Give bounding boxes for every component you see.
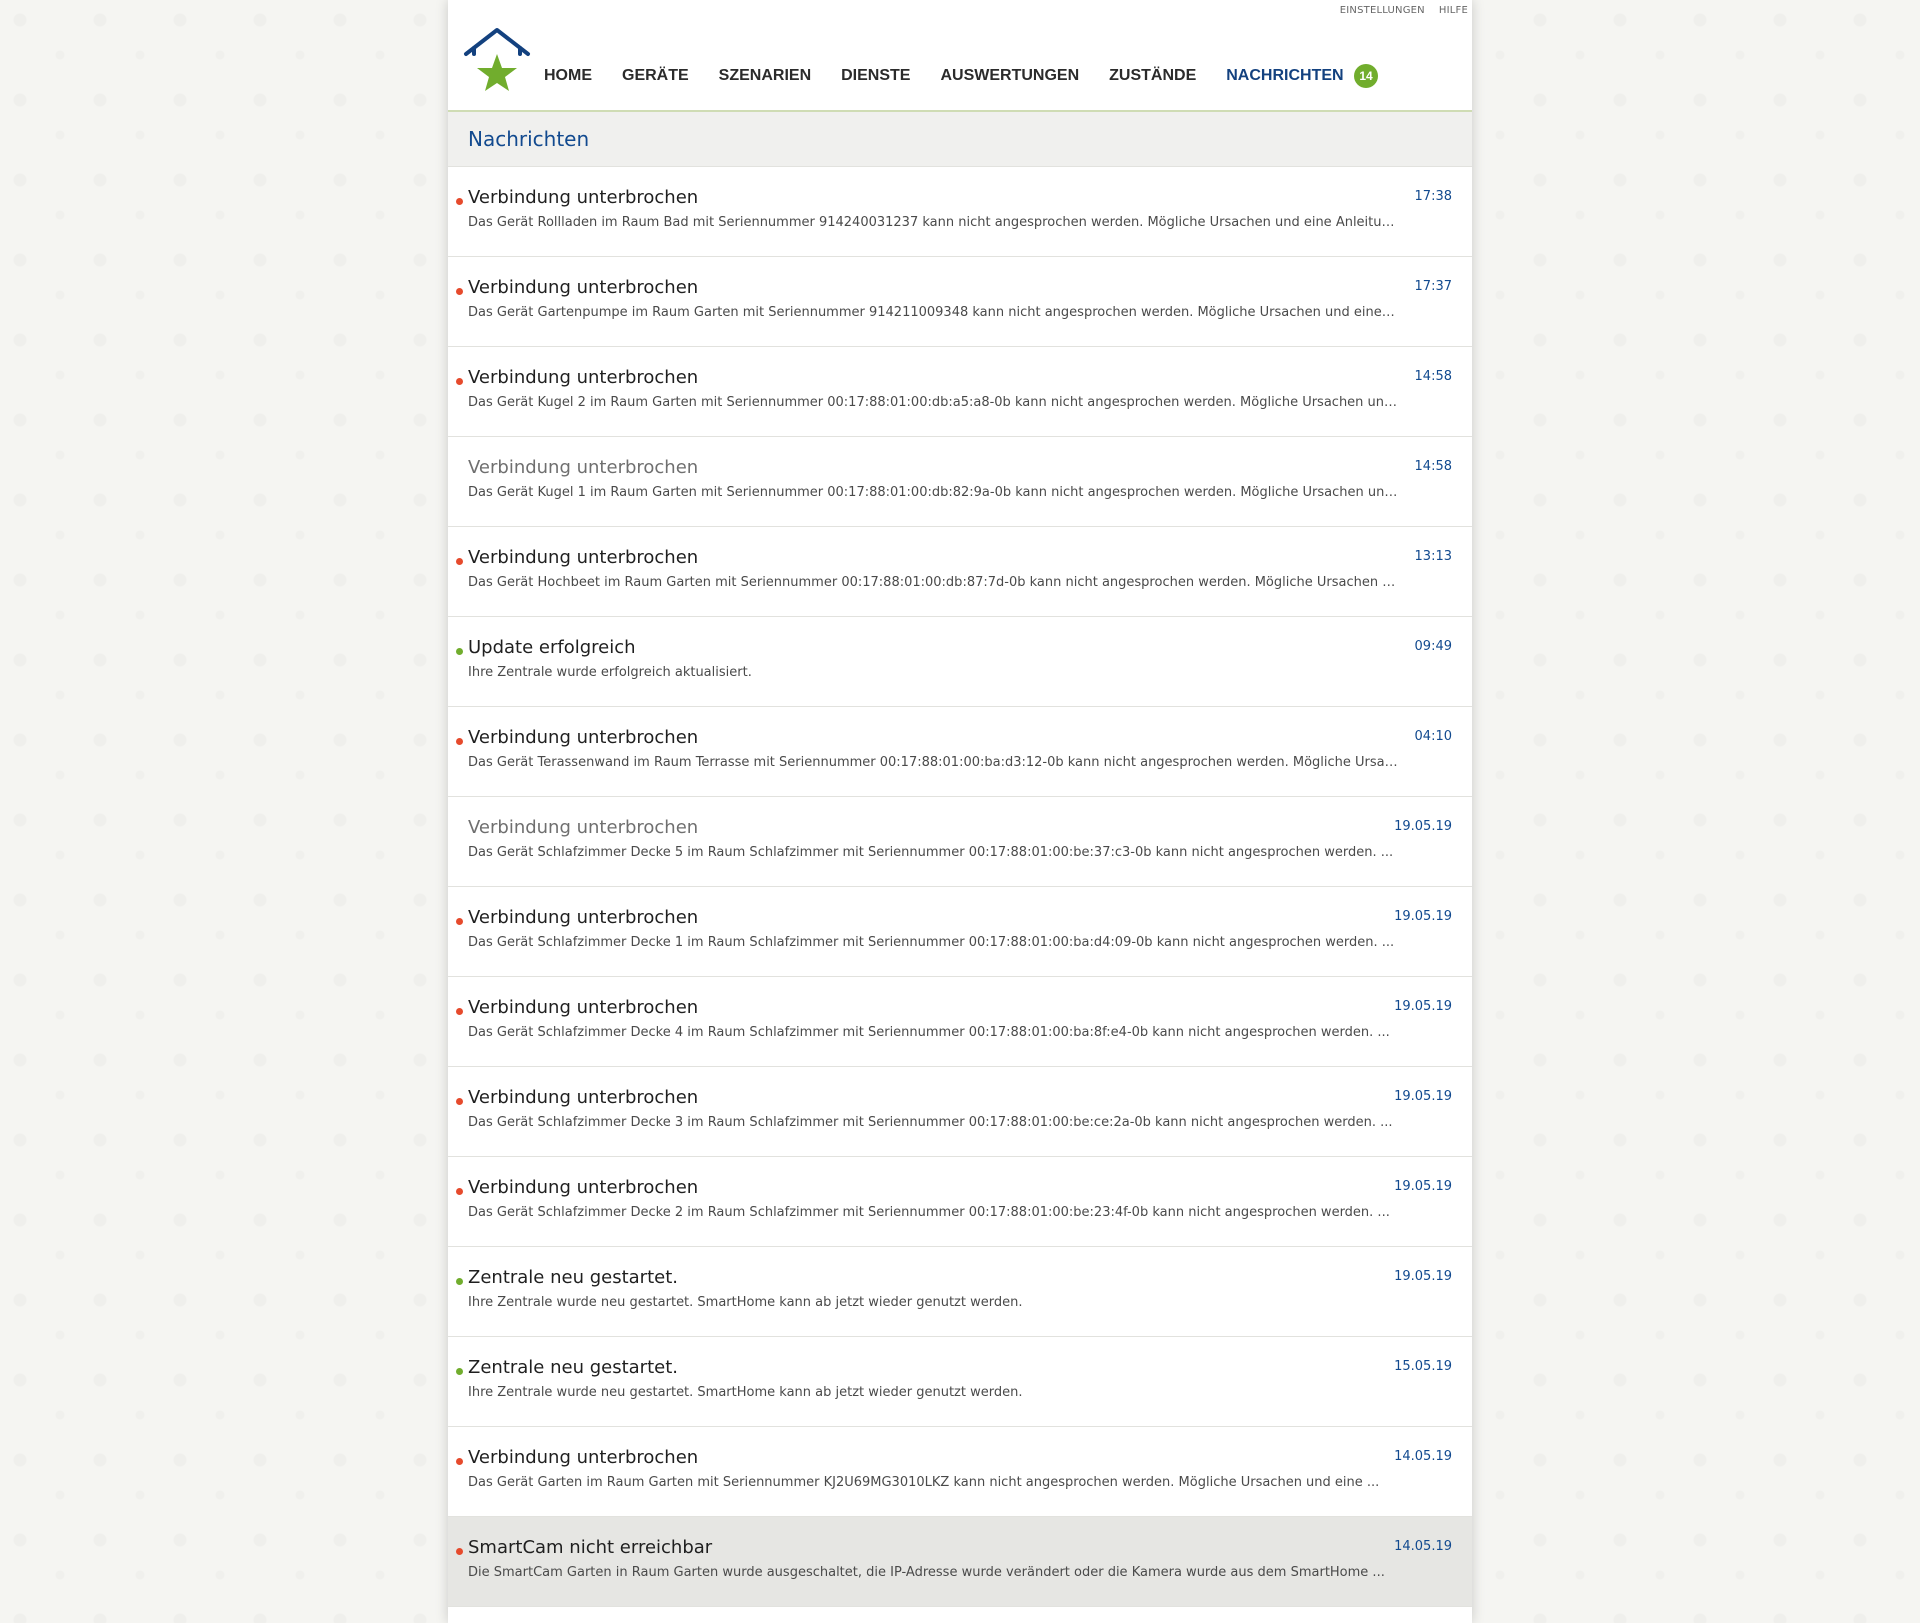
message-description: Das Gerät Kugel 2 im Raum Garten mit Ser… (468, 395, 1398, 410)
message-description: Das Gerät Garten im Raum Garten mit Seri… (468, 1475, 1380, 1490)
section-title: Nachrichten (468, 127, 590, 151)
message-item[interactable]: Verbindung unterbrochen Das Gerät Terasse… (448, 707, 1472, 797)
nav-nachrichten-label: NACHRICHTEN (1226, 67, 1344, 84)
status-dot-red-icon (456, 378, 463, 385)
nav-zustaende[interactable]: ZUSTÄNDE (1109, 67, 1196, 85)
message-time: 19.05.19 (1394, 1269, 1452, 1284)
status-dot-green-icon (456, 648, 463, 655)
message-title: Verbindung unterbrochen (468, 277, 699, 298)
message-description: Ihre Zentrale wurde erfolgreich aktualis… (468, 665, 752, 680)
unread-badge: 14 (1354, 64, 1379, 88)
message-description: Das Gerät Kugel 1 im Raum Garten mit Ser… (468, 485, 1398, 500)
message-title: Verbindung unterbrochen (468, 997, 699, 1018)
message-time: 17:38 (1414, 189, 1452, 204)
status-dot-red-icon (456, 288, 463, 295)
message-item[interactable]: Verbindung unterbrochen Das Gerät Kugel 1… (448, 437, 1472, 527)
message-time: 19.05.19 (1394, 909, 1452, 924)
status-dot-red-icon (456, 738, 463, 745)
message-title: Zentrale neu gestartet. (468, 1357, 678, 1378)
nav-home[interactable]: HOME (544, 67, 592, 85)
status-dot-red-icon (456, 918, 463, 925)
message-title: Verbindung unterbrochen (468, 457, 699, 478)
message-time: 09:49 (1414, 639, 1452, 654)
message-title: Verbindung unterbrochen (468, 817, 699, 838)
message-time: 15.05.19 (1394, 1359, 1452, 1374)
message-description: Das Gerät Schlafzimmer Decke 4 im Raum S… (468, 1025, 1390, 1040)
message-time: 17:37 (1414, 279, 1452, 294)
status-dot-red-icon (456, 1098, 463, 1105)
message-description: Das Gerät Rollladen im Raum Bad mit Seri… (468, 215, 1398, 230)
message-item[interactable]: SmartCam nicht erreichbar Die SmartCam Ga… (448, 1517, 1472, 1607)
nav-geraete[interactable]: GERÄTE (622, 67, 689, 85)
message-title: Verbindung unterbrochen (468, 727, 699, 748)
message-title: Verbindung unterbrochen (468, 547, 699, 568)
help-link[interactable]: HILFE (1439, 5, 1468, 16)
message-title: Verbindung unterbrochen (468, 187, 699, 208)
message-time: 14.05.19 (1394, 1539, 1452, 1554)
status-dot-red-icon (456, 1458, 463, 1465)
status-dot-red-icon (456, 198, 463, 205)
message-item[interactable]: Verbindung unterbrochen Das Gerät Schlafz… (448, 1157, 1472, 1247)
message-item[interactable]: Verbindung unterbrochen Das Gerät Schlafz… (448, 977, 1472, 1067)
message-description: Das Gerät Schlafzimmer Decke 3 im Raum S… (468, 1115, 1393, 1130)
message-time: 14:58 (1414, 369, 1452, 384)
message-description: Das Gerät Hochbeet im Raum Garten mit Se… (468, 575, 1398, 590)
message-description: Das Gerät Gartenpumpe im Raum Garten mit… (468, 305, 1398, 320)
message-title: SmartCam nicht erreichbar (468, 1537, 713, 1558)
nav-nachrichten[interactable]: NACHRICHTEN 14 (1226, 64, 1379, 88)
message-time: 14.05.19 (1394, 1449, 1452, 1464)
home-logo-icon[interactable] (462, 24, 532, 94)
status-dot-red-icon (456, 1188, 463, 1195)
message-item[interactable]: Zentrale neu gestartet. Ihre Zentrale wur… (448, 1247, 1472, 1337)
message-time: 19.05.19 (1394, 1179, 1452, 1194)
app-window: EINSTELLUNGEN HILFE HOME GERÄTE SZENARIE… (448, 0, 1472, 1623)
message-time: 13:13 (1414, 549, 1452, 564)
message-title: Zentrale neu gestartet. (468, 1267, 678, 1288)
message-time: 14:58 (1414, 459, 1452, 474)
message-item[interactable]: Verbindung unterbrochen Das Gerät Schlafz… (448, 797, 1472, 887)
message-item[interactable]: Verbindung unterbrochen Das Gerät Gartenp… (448, 257, 1472, 347)
message-title: Verbindung unterbrochen (468, 1447, 699, 1468)
nav-szenarien[interactable]: SZENARIEN (719, 67, 811, 85)
settings-link[interactable]: EINSTELLUNGEN (1340, 5, 1425, 16)
message-description: Das Gerät Schlafzimmer Decke 5 im Raum S… (468, 845, 1394, 860)
message-time: 19.05.19 (1394, 1089, 1452, 1104)
message-item[interactable]: Verbindung unterbrochen Das Gerät Hochbee… (448, 527, 1472, 617)
message-title: Verbindung unterbrochen (468, 1177, 699, 1198)
nav-dienste[interactable]: DIENSTE (841, 67, 910, 85)
status-dot-red-icon (456, 1008, 463, 1015)
message-description: Das Gerät Terassenwand im Raum Terrasse … (468, 755, 1398, 770)
message-description: Das Gerät Schlafzimmer Decke 1 im Raum S… (468, 935, 1395, 950)
status-dot-red-icon (456, 558, 463, 565)
message-title: Verbindung unterbrochen (468, 367, 699, 388)
main-nav: HOME GERÄTE SZENARIEN DIENSTE AUSWERTUNG… (544, 64, 1408, 88)
status-dot-green-icon (456, 1278, 463, 1285)
message-time: 19.05.19 (1394, 999, 1452, 1014)
status-dot-green-icon (456, 1368, 463, 1375)
message-list: Verbindung unterbrochen Das Gerät Rolllad… (448, 167, 1472, 1607)
message-title: Verbindung unterbrochen (468, 907, 699, 928)
message-item[interactable]: Zentrale neu gestartet. Ihre Zentrale wur… (448, 1337, 1472, 1427)
message-title: Verbindung unterbrochen (468, 1087, 699, 1108)
message-time: 19.05.19 (1394, 819, 1452, 834)
message-title: Update erfolgreich (468, 637, 636, 658)
message-description: Die SmartCam Garten in Raum Garten wurde… (468, 1565, 1385, 1580)
message-description: Ihre Zentrale wurde neu gestartet. Smart… (468, 1385, 1023, 1400)
message-item[interactable]: Verbindung unterbrochen Das Gerät Schlafz… (448, 887, 1472, 977)
message-time: 04:10 (1414, 729, 1452, 744)
message-description: Ihre Zentrale wurde neu gestartet. Smart… (468, 1295, 1023, 1310)
message-item[interactable]: Verbindung unterbrochen Das Gerät Garten … (448, 1427, 1472, 1517)
status-dot-red-icon (456, 1548, 463, 1555)
header: EINSTELLUNGEN HILFE HOME GERÄTE SZENARIE… (448, 0, 1472, 112)
nav-auswertungen[interactable]: AUSWERTUNGEN (940, 67, 1079, 85)
message-item[interactable]: Update erfolgreich Ihre Zentrale wurde er… (448, 617, 1472, 707)
top-links: EINSTELLUNGEN HILFE (1340, 5, 1468, 16)
message-item[interactable]: Verbindung unterbrochen Das Gerät Rolllad… (448, 167, 1472, 257)
message-item[interactable]: Verbindung unterbrochen Das Gerät Kugel 2… (448, 347, 1472, 437)
section-header: Nachrichten (448, 112, 1472, 167)
message-description: Das Gerät Schlafzimmer Decke 2 im Raum S… (468, 1205, 1390, 1220)
message-item[interactable]: Verbindung unterbrochen Das Gerät Schlafz… (448, 1067, 1472, 1157)
